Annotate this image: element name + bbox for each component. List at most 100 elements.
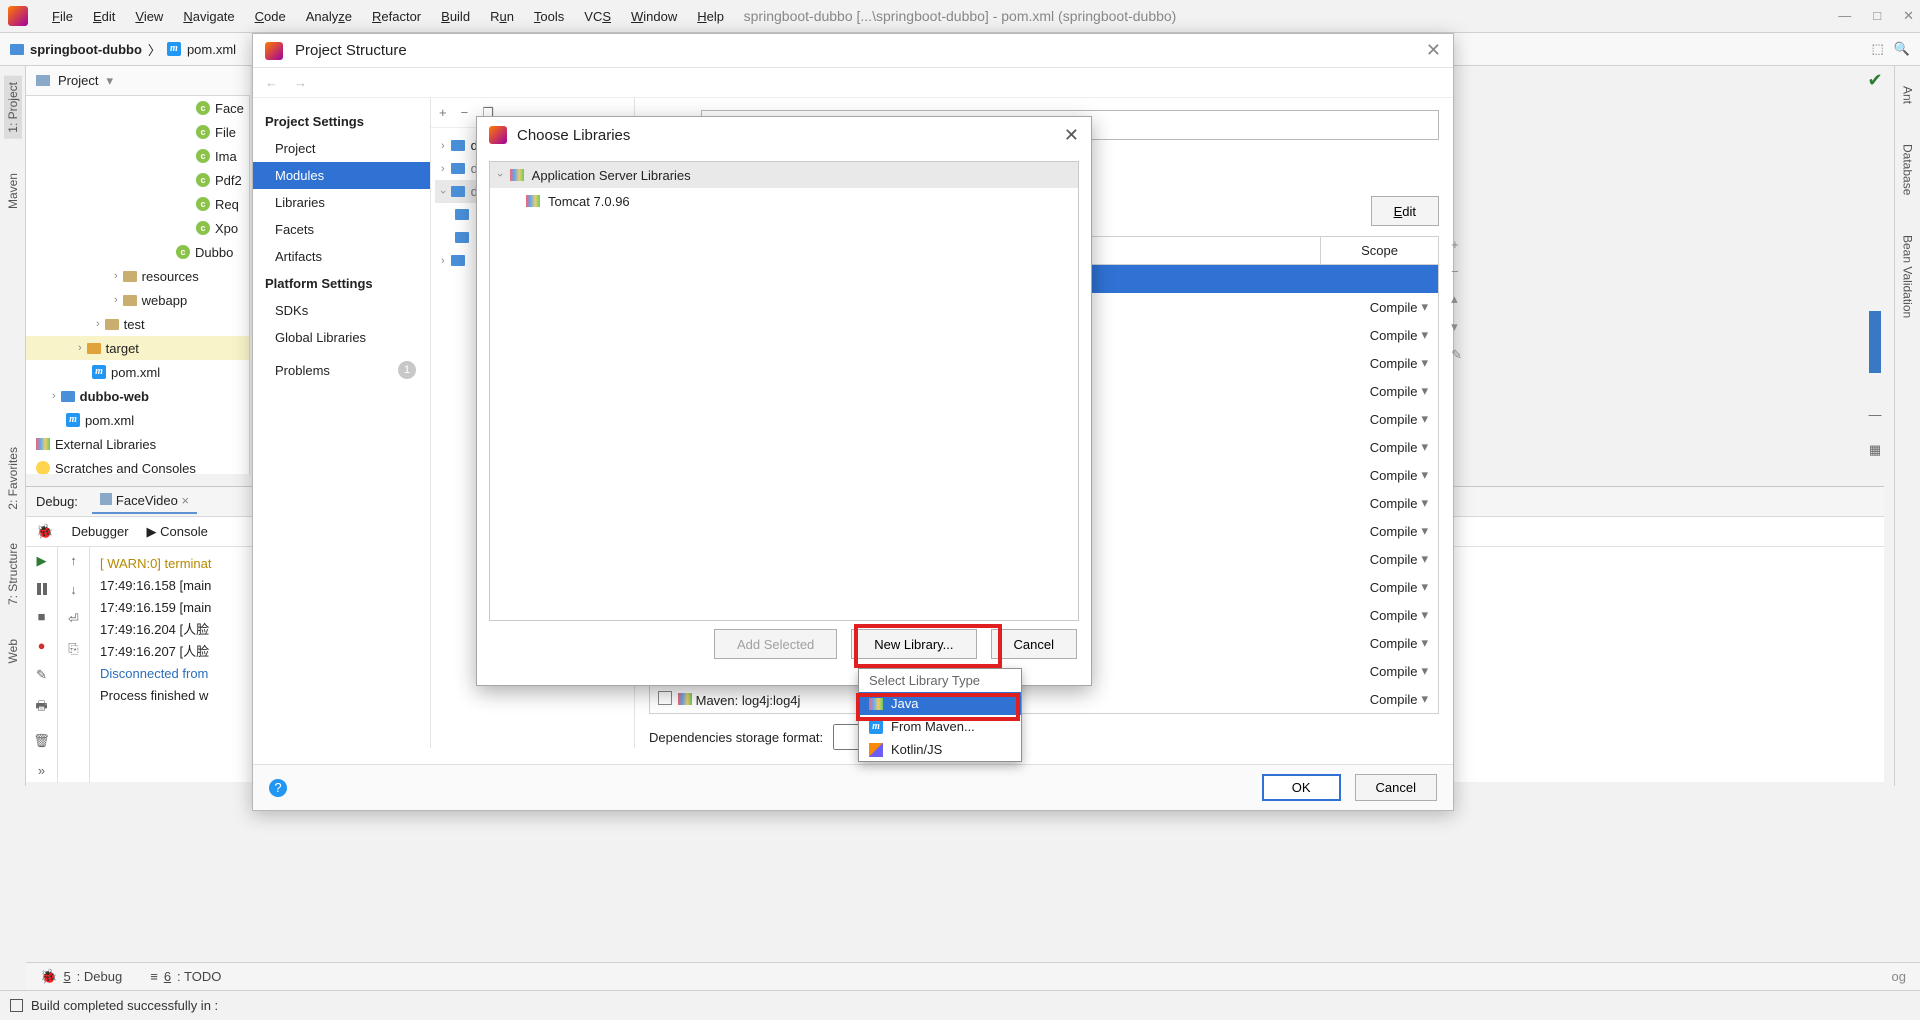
bug-icon[interactable]: 🐞 <box>36 523 53 540</box>
minus-icon[interactable]: — <box>1869 407 1882 422</box>
sidebar-modules[interactable]: Modules <box>253 162 430 189</box>
cancel-button[interactable]: Cancel <box>991 629 1077 659</box>
record-icon[interactable]: ● <box>38 638 46 653</box>
libtype-maven[interactable]: mFrom Maven... <box>859 715 1021 738</box>
debug-config-tab[interactable]: FaceVideo × <box>92 489 197 514</box>
sidebar-artifacts[interactable]: Artifacts <box>253 243 430 270</box>
menu-analyze[interactable]: Analyze <box>296 9 362 24</box>
print-icon[interactable]: 🖶 <box>35 697 47 719</box>
pause-icon[interactable] <box>37 583 47 595</box>
wrap-icon[interactable]: ⏎ <box>68 611 79 627</box>
forward-icon[interactable]: → <box>294 75 307 90</box>
more-icon[interactable]: » <box>38 763 45 778</box>
add-icon[interactable]: + <box>439 105 447 120</box>
back-icon[interactable]: ← <box>265 75 278 90</box>
up-icon[interactable]: ↑ <box>70 553 77 568</box>
tree-item[interactable]: Req <box>215 197 239 212</box>
down-arrow-icon[interactable]: ▾ <box>1451 319 1462 335</box>
menu-code[interactable]: Code <box>245 9 296 24</box>
play-icon[interactable]: ▶ <box>37 553 47 569</box>
menu-vcs[interactable]: VCS <box>574 9 621 24</box>
tool-project[interactable]: 1: Project <box>4 76 22 139</box>
chevron-down-icon[interactable]: ▾ <box>106 73 113 89</box>
sidebar-problems[interactable]: Problems <box>275 363 330 378</box>
menu-view[interactable]: View <box>125 9 173 24</box>
stop-icon[interactable]: ■ <box>38 609 46 624</box>
export-icon[interactable]: ⎘ <box>68 641 78 657</box>
tree-group[interactable]: Application Server Libraries <box>532 168 691 183</box>
minus-icon[interactable]: − <box>1451 264 1462 279</box>
new-library-button[interactable]: New Library... <box>851 629 976 659</box>
menu-file[interactable]: File <box>42 9 83 24</box>
toolbar-icon[interactable]: ⬚ <box>1872 41 1884 57</box>
close-icon[interactable]: ✕ <box>1903 8 1914 24</box>
trash-icon[interactable]: 🗑 <box>33 733 50 749</box>
dep-row[interactable]: Maven: log4j:log4jCompile ▾ <box>650 685 1438 713</box>
libtype-kotlin[interactable]: Kotlin/JS <box>859 738 1021 761</box>
edit-pencil-icon[interactable]: ✎ <box>1451 347 1462 363</box>
info-icon[interactable]: ? <box>269 779 287 797</box>
search-icon[interactable]: 🔍 <box>1894 41 1910 57</box>
event-log[interactable]: og <box>1892 969 1906 984</box>
tree-item[interactable]: target <box>106 341 139 356</box>
menu-window[interactable]: Window <box>621 9 687 24</box>
sidebar-libraries[interactable]: Libraries <box>253 189 430 216</box>
up-arrow-icon[interactable]: ▴ <box>1451 291 1462 307</box>
tool-ant[interactable]: Ant <box>1901 86 1915 104</box>
tree-item[interactable]: File <box>215 125 236 140</box>
down-icon[interactable]: ↓ <box>70 582 77 597</box>
tool-database[interactable]: Database <box>1901 144 1915 195</box>
tool-maven[interactable]: Maven <box>6 173 20 209</box>
library-tree[interactable]: ›Application Server Libraries Tomcat 7.0… <box>489 161 1079 621</box>
tree-item[interactable]: pom.xml <box>111 365 160 380</box>
menu-build[interactable]: Build <box>431 9 480 24</box>
sidebar-facets[interactable]: Facets <box>253 216 430 243</box>
status-icon[interactable] <box>10 999 23 1012</box>
tool-structure[interactable]: 7: Structure <box>6 543 20 605</box>
sidebar-project[interactable]: Project <box>253 135 430 162</box>
tab-debug[interactable]: 🐞5: Debug <box>40 968 122 985</box>
close-icon[interactable]: ✕ <box>1064 125 1079 146</box>
maximize-icon[interactable]: □ <box>1873 8 1881 24</box>
project-tree[interactable]: cFace cFile cIma cPdf2 cReq cXpo cDubbo … <box>26 96 250 474</box>
menu-tools[interactable]: Tools <box>524 9 574 24</box>
tree-item[interactable]: Scratches and Consoles <box>55 461 196 475</box>
tab-console[interactable]: ▶ Console <box>147 524 208 540</box>
tree-item[interactable]: resources <box>142 269 199 284</box>
edit-button[interactable]: Edit <box>1371 196 1439 226</box>
tree-item[interactable]: Face <box>215 101 244 116</box>
tab-todo[interactable]: ≡ 6: TODO <box>150 969 221 984</box>
menu-run[interactable]: Run <box>480 9 524 24</box>
tree-item[interactable]: Ima <box>215 149 237 164</box>
menu-help[interactable]: Help <box>687 9 734 24</box>
sidebar-global-libs[interactable]: Global Libraries <box>253 324 430 351</box>
cancel-button[interactable]: Cancel <box>1355 774 1437 801</box>
remove-icon[interactable]: − <box>461 105 469 120</box>
breadcrumb[interactable]: springboot-dubbo 〉 m pom.xml <box>10 40 236 59</box>
tree-item[interactable]: External Libraries <box>55 437 156 452</box>
tree-item[interactable]: Xpo <box>215 221 238 236</box>
menu-edit[interactable]: Edit <box>83 9 125 24</box>
ok-button[interactable]: OK <box>1262 774 1341 801</box>
add-selected-button[interactable]: Add Selected <box>714 629 837 659</box>
tree-item[interactable]: webapp <box>142 293 188 308</box>
minimize-icon[interactable]: — <box>1838 8 1851 24</box>
grid-icon[interactable]: ▦ <box>1869 442 1881 458</box>
tree-item[interactable]: dubbo-web <box>80 389 149 404</box>
dialog-close-icon[interactable]: ✕ <box>1426 40 1441 61</box>
tree-item[interactable]: pom.xml <box>85 413 134 428</box>
libtype-java[interactable]: Java <box>859 692 1021 715</box>
tree-item[interactable]: Pdf2 <box>215 173 242 188</box>
tool-bean[interactable]: Bean Validation <box>1901 235 1915 318</box>
tool-favorites[interactable]: 2: Favorites <box>6 447 20 510</box>
menu-refactor[interactable]: Refactor <box>362 9 431 24</box>
check-icon[interactable]: ✔ <box>1867 70 1882 91</box>
tree-item[interactable]: Tomcat 7.0.96 <box>548 194 630 209</box>
tree-item[interactable]: test <box>124 317 145 332</box>
edit-icon[interactable]: ✎ <box>36 667 47 683</box>
menu-navigate[interactable]: Navigate <box>173 9 244 24</box>
sidebar-sdks[interactable]: SDKs <box>253 297 430 324</box>
tab-debugger[interactable]: Debugger <box>71 524 128 539</box>
plus-icon[interactable]: + <box>1451 237 1462 252</box>
tree-item[interactable]: Dubbo <box>195 245 233 260</box>
